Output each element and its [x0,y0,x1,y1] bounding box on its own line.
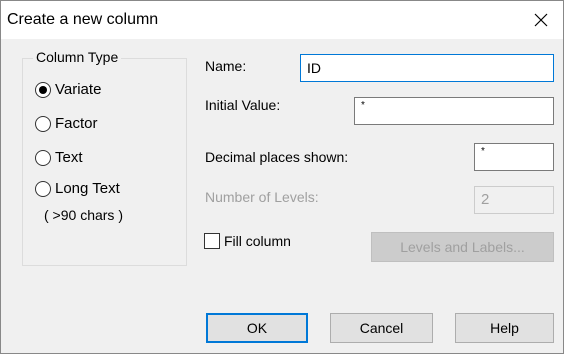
ok-button[interactable]: OK [206,313,308,343]
fill-column-checkbox-row[interactable]: Fill column [204,233,291,249]
radio-long-text-label: Long Text [55,180,120,197]
number-of-levels-input[interactable]: 2 [474,186,554,214]
close-button[interactable] [519,1,563,39]
create-column-dialog: Create a new column Column Type Variate … [0,0,564,354]
fill-column-checkbox[interactable] [204,233,220,249]
radio-selected-dot [39,85,47,94]
close-icon [534,13,548,27]
help-button[interactable]: Help [455,313,554,343]
radio-factor-label: Factor [55,115,98,132]
decimal-places-input[interactable]: * [474,143,554,171]
dialog-title: Create a new column [7,11,159,28]
levels-and-labels-button[interactable]: Levels and Labels... [371,232,554,262]
radio-text-circle[interactable] [35,149,51,166]
radio-text[interactable]: Text [35,149,83,166]
radio-factor-circle[interactable] [35,115,51,132]
column-type-group: Column Type Variate Factor Text Long Tex… [22,49,187,266]
radio-variate-circle[interactable] [35,81,51,98]
fill-column-label: Fill column [224,233,291,249]
radio-text-label: Text [55,149,83,166]
title-bar: Create a new column [1,1,563,39]
name-label: Name: [205,58,247,74]
initial-value-label: Initial Value: [205,97,281,113]
radio-factor[interactable]: Factor [35,115,98,132]
initial-value-input[interactable]: * [354,97,554,125]
radio-variate-label: Variate [55,81,102,98]
radio-long-text[interactable]: Long Text [35,180,120,197]
radio-variate[interactable]: Variate [35,81,101,98]
column-type-legend: Column Type [33,49,122,65]
long-text-note: ( >90 chars ) [44,207,123,223]
radio-long-text-circle[interactable] [35,180,51,197]
decimal-places-label: Decimal places shown: [205,149,349,165]
number-of-levels-label: Number of Levels: [205,189,319,205]
name-input[interactable]: ID [300,54,554,82]
cancel-button[interactable]: Cancel [330,313,433,343]
